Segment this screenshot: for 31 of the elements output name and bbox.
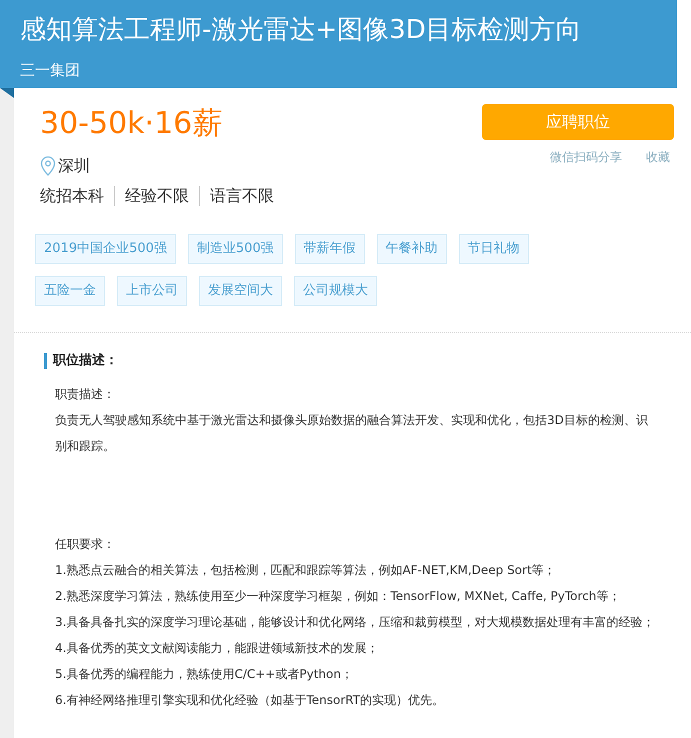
- company-name: 三一集团: [20, 60, 81, 80]
- apply-button[interactable]: 应聘职位: [482, 104, 674, 140]
- job-title: 感知算法工程师-激光雷达+图像3D目标检测方向: [20, 14, 583, 47]
- description-line: 2.熟悉深度学习算法，熟练使用至少一种深度学习框架，例如：TensorFlow, MXNet, Caffe, PyTorch等；: [55, 588, 622, 605]
- section-title: 职位描述：: [44, 353, 691, 369]
- benefit-tag: 节日礼物: [458, 234, 529, 264]
- requirement: 经验不限: [114, 186, 189, 206]
- benefit-tag: 上市公司: [117, 276, 187, 306]
- location-pin-icon: [40, 156, 56, 176]
- description-line: 5.具备优秀的编程能力，熟练使用C/C++或者Python；: [55, 666, 354, 683]
- benefit-tag: 2019中国企业500强: [35, 234, 176, 264]
- benefit-tag: 制造业500强: [188, 234, 283, 264]
- description-heading: 任职要求：: [55, 536, 116, 553]
- description-line: 1.熟悉点云融合的相关算法，包括检测，匹配和跟踪等算法，例如AF-NET,KM,Deep Sort等；: [55, 562, 557, 579]
- benefit-tag: 发展空间大: [199, 276, 282, 306]
- benefit-tag: 五险一金: [35, 276, 105, 306]
- description-line: 负责无人驾驶感知系统中基于激光雷达和摄像头原始数据的融合算法开发、实现和优化，包括3D目标的检测、识别和跟踪。: [55, 412, 649, 455]
- requirement: 语言不限: [199, 186, 274, 206]
- requirement: 统招本科: [40, 186, 104, 206]
- benefit-tag: 午餐补助: [376, 234, 447, 264]
- description-heading: 职责描述：: [55, 386, 116, 403]
- description-line: 3.具备具备扎实的深度学习理论基础，能够设计和优化网络，压缩和裁剪模型，对大规模数据处理有丰富的经验；: [55, 614, 656, 631]
- location: 深圳: [58, 155, 90, 177]
- description-line: 6.有神经网络推理引擎实现和优化经验（如基于TensorRT的实现）优先。: [55, 692, 446, 709]
- benefit-tag: 带薪年假: [294, 234, 365, 264]
- corner-fold-icon: [0, 88, 14, 98]
- benefit-tag: 公司规模大: [294, 276, 377, 306]
- action-link[interactable]: 微信扫码分享: [550, 148, 622, 166]
- salary: 30-50k·16薪: [40, 105, 224, 143]
- action-link[interactable]: 收藏: [646, 148, 670, 166]
- description-line: 4.具备优秀的英文文献阅读能力，能跟进领域新技术的发展；: [55, 640, 380, 657]
